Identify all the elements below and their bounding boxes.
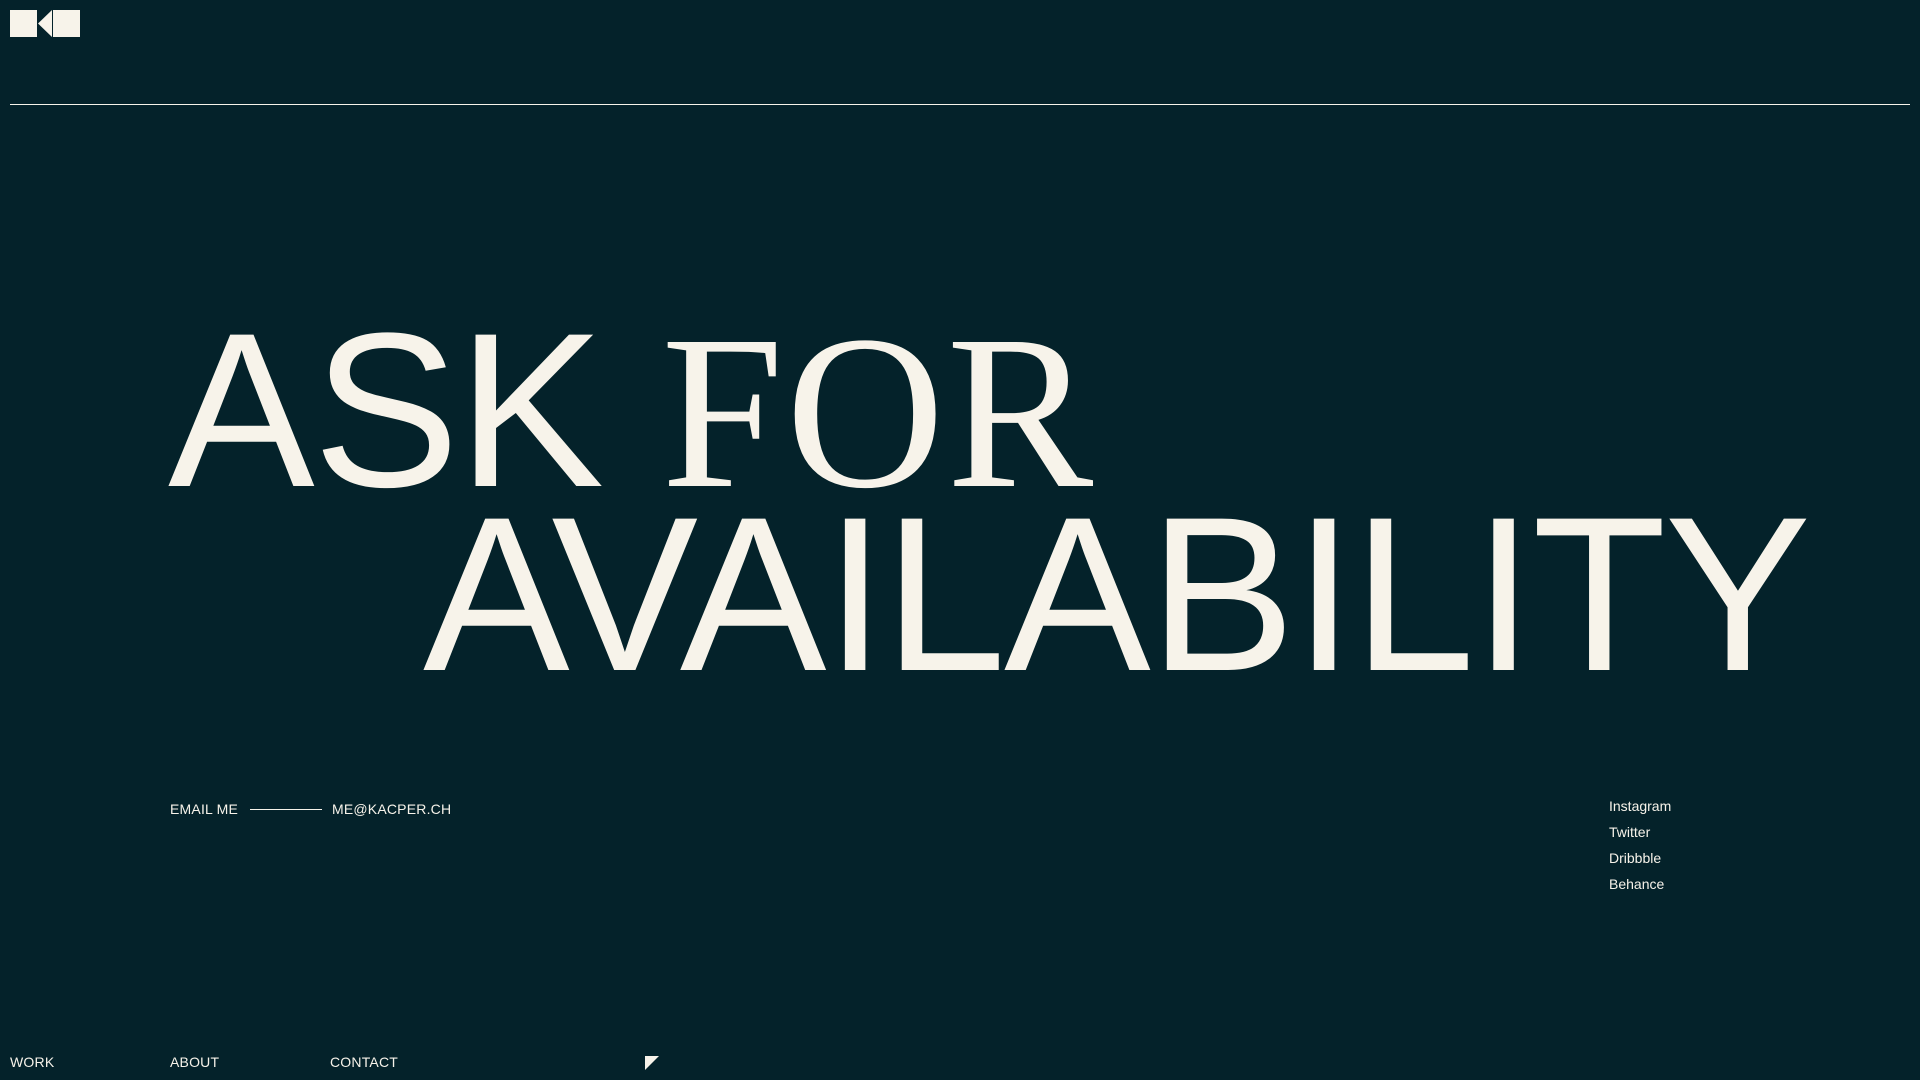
nav-about-link[interactable]: ABOUT [170,1054,219,1070]
social-item: Dribbble [1609,850,1671,876]
email-divider [249,808,322,810]
instagram-link[interactable]: Instagram [1609,798,1671,814]
logo-icon[interactable] [10,10,80,37]
email-row: EMAIL ME ME@KACPER.CH [170,801,451,817]
page-headline: ASK FOR AVAILABILITY [168,300,1811,717]
social-links: Instagram Twitter Dribbble Behance [1609,798,1671,902]
headline-line-2: AVAILABILITY [423,471,1811,717]
social-item: Behance [1609,876,1671,902]
behance-link[interactable]: Behance [1609,876,1664,892]
headline-line-1: ASK FOR [168,300,1809,522]
twitter-link[interactable]: Twitter [1609,824,1650,840]
header-divider [10,104,1910,105]
dribbble-link[interactable]: Dribbble [1609,850,1661,866]
email-label: EMAIL ME [170,801,238,817]
social-item: Instagram [1609,798,1671,824]
arrow-up-left-icon[interactable] [645,1056,659,1070]
page: ASK FOR AVAILABILITY EMAIL ME ME@KACPER.… [0,0,1920,1080]
social-item: Twitter [1609,824,1671,850]
email-link[interactable]: ME@KACPER.CH [332,801,451,817]
nav-work-link[interactable]: WORK [10,1054,54,1070]
nav-contact-link[interactable]: CONTACT [330,1054,398,1070]
